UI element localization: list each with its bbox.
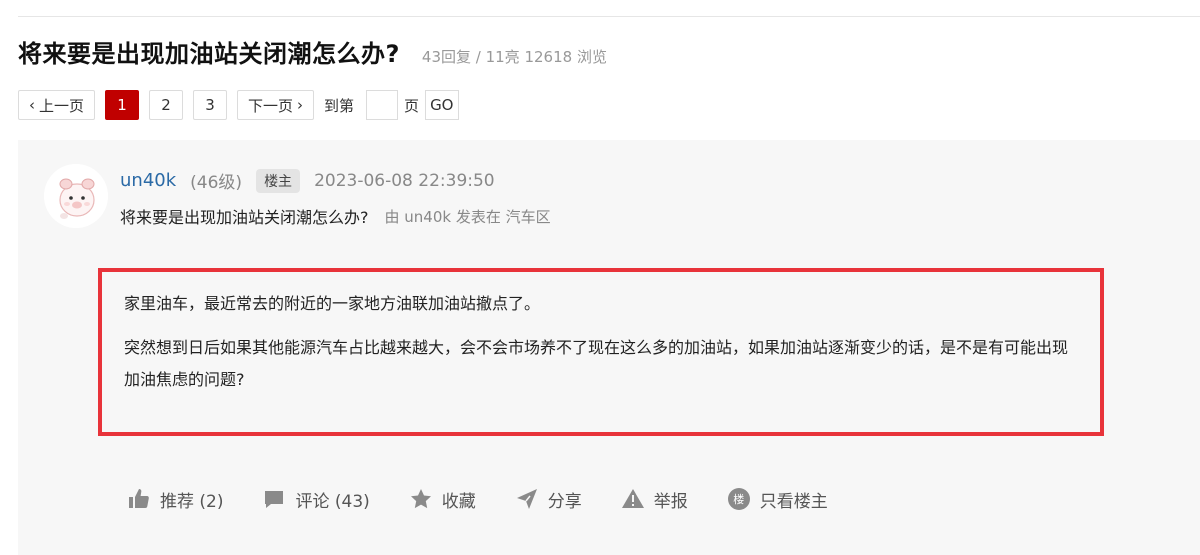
top-divider	[18, 16, 1200, 17]
chevron-right-icon: ›	[297, 96, 304, 114]
post-subject: 将来要是出现加油站关闭潮怎么办?	[120, 208, 369, 227]
op-icon: 楼	[726, 486, 752, 512]
thread-stats: 43回复 / 11亮 12618 浏览	[421, 48, 607, 66]
avatar[interactable]	[44, 164, 108, 228]
pig-avatar-icon	[44, 164, 108, 228]
jump-suffix-label: 页	[404, 96, 420, 115]
thread-header: 将来要是出现加油站关闭潮怎么办? 43回复 / 11亮 12618 浏览	[18, 34, 607, 69]
only-op-button[interactable]: 楼 只看楼主	[726, 486, 828, 512]
warning-icon	[620, 486, 646, 512]
post-paragraph-1: 家里油车，最近常去的附近的一家地方油联加油站撤点了。	[124, 294, 541, 313]
page-button-3[interactable]: 3	[193, 90, 228, 120]
thumbs-up-icon	[126, 486, 152, 512]
pagination: ‹ 上一页 1 2 3 下一页 › 到第 页 GO	[18, 90, 459, 120]
post-time: 2023-06-08 22:39:50	[314, 170, 495, 191]
comment-button[interactable]: 评论 (43)	[261, 486, 370, 512]
page-button-2[interactable]: 2	[149, 90, 184, 120]
jump-prefix-label: 到第	[324, 96, 355, 115]
page-button-1[interactable]: 1	[105, 90, 140, 120]
share-button[interactable]: 分享	[514, 486, 582, 512]
comment-icon	[261, 486, 287, 512]
user-level: (46级)	[190, 173, 243, 193]
thread-title: 将来要是出现加油站关闭潮怎么办?	[18, 40, 400, 68]
post-card: un40k (46级) 楼主 2023-06-08 22:39:50 将来要是出…	[18, 140, 1200, 555]
op-badge: 楼主	[256, 168, 301, 193]
username-link[interactable]: un40k	[120, 170, 176, 191]
posted-by-info: 由 un40k 发表在 汽车区	[384, 207, 551, 226]
next-page-button[interactable]: 下一页 ›	[237, 90, 315, 120]
chevron-left-icon: ‹	[29, 96, 35, 114]
post-paragraph-2: 突然想到日后如果其他能源汽车占比越来越大，会不会市场养不了现在这么多的加油站，如…	[124, 338, 1069, 389]
post-content-highlight: 家里油车，最近常去的附近的一家地方油联加油站撤点了。 突然想到日后如果其他能源汽…	[98, 268, 1104, 436]
post-subline: 将来要是出现加油站关闭潮怎么办? 由 un40k 发表在 汽车区	[120, 204, 551, 228]
recommend-button[interactable]: 推荐 (2)	[126, 486, 223, 512]
prev-page-button[interactable]: ‹ 上一页	[18, 90, 96, 120]
report-button[interactable]: 举报	[620, 486, 688, 512]
page-jump-input[interactable]	[366, 90, 399, 120]
post-meta: un40k (46级) 楼主 2023-06-08 22:39:50	[120, 168, 495, 193]
go-button[interactable]: GO	[425, 90, 459, 120]
favorite-button[interactable]: 收藏	[408, 486, 476, 512]
post-actions: 推荐 (2) 评论 (43) 收藏 分享 举报 楼 只看楼主	[126, 486, 866, 512]
star-icon	[408, 486, 434, 512]
share-icon	[514, 486, 540, 512]
